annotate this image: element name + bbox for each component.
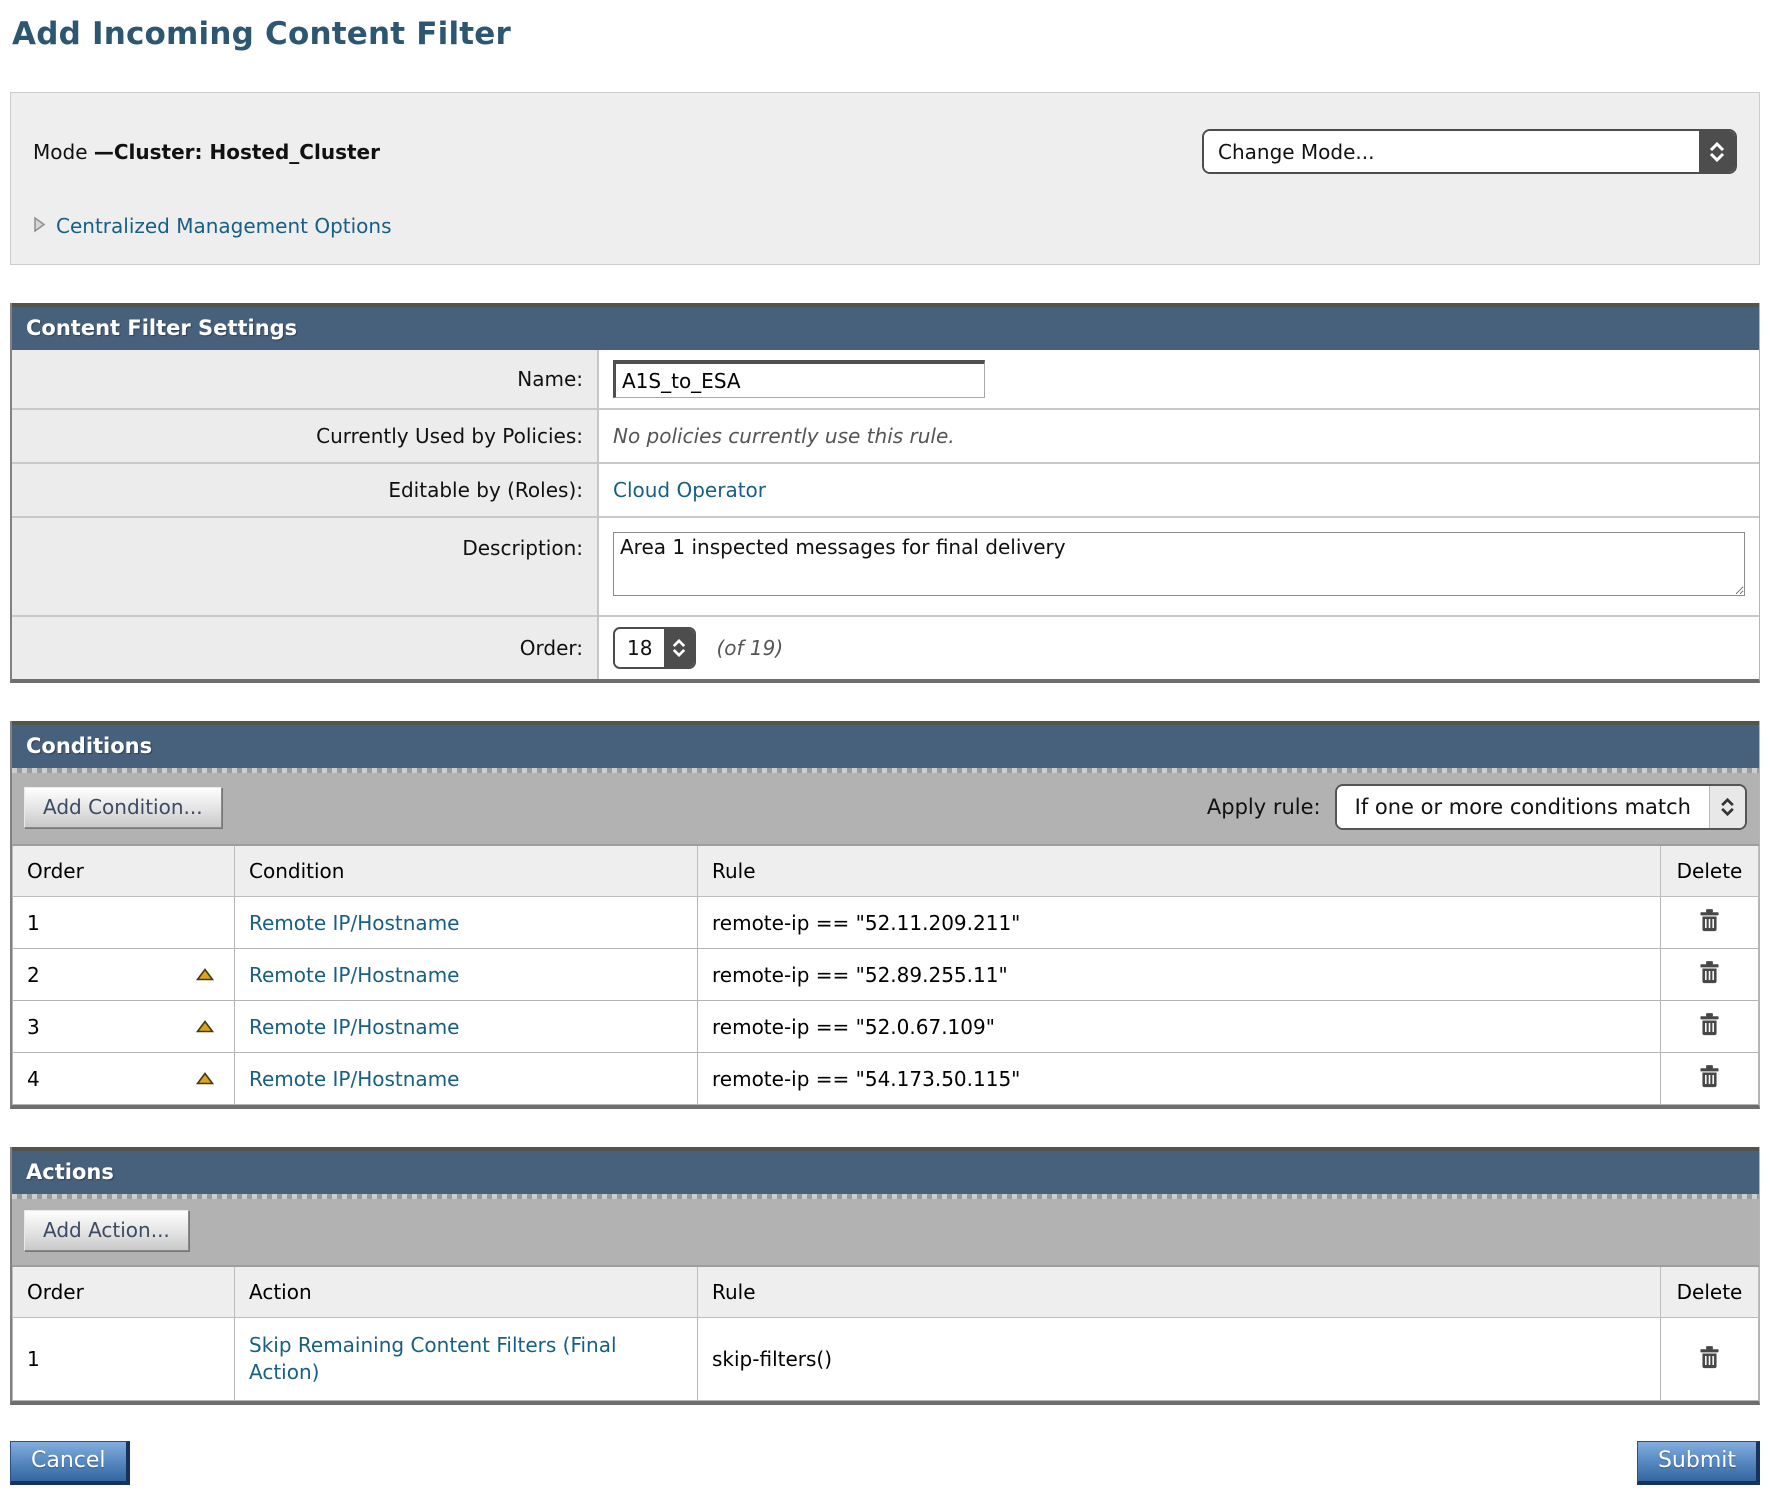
policies-value: No policies currently use this rule. — [613, 424, 955, 448]
condition-order: 4 — [27, 1067, 40, 1091]
submit-button[interactable]: Submit — [1637, 1441, 1760, 1485]
change-mode-select[interactable]: Change Mode... — [1202, 129, 1737, 174]
description-label: Description: — [12, 517, 598, 616]
action-link[interactable]: Skip Remaining Content Filters (Final Ac… — [249, 1333, 617, 1384]
actions-header: Actions — [12, 1147, 1759, 1194]
actions-toolbar: Add Action... — [12, 1194, 1759, 1265]
delete-trash-icon[interactable] — [1698, 1064, 1721, 1088]
select-stepper-icon — [1709, 786, 1745, 828]
page-title: Add Incoming Content Filter — [12, 16, 1760, 52]
condition-link[interactable]: Remote IP/Hostname — [249, 911, 459, 935]
actions-table: Order Action Rule Delete 1 Skip Remainin… — [12, 1265, 1759, 1401]
add-condition-button[interactable]: Add Condition... — [24, 787, 222, 828]
order-selected-value: 18 — [615, 629, 664, 667]
mode-text: Mode —Cluster: Hosted_Cluster — [33, 140, 380, 164]
name-row: Name: — [12, 350, 1759, 409]
condition-row: 1 Remote IP/Hostname remote-ip == "52.11… — [13, 897, 1759, 949]
name-input[interactable] — [613, 360, 985, 398]
policies-row: Currently Used by Policies: No policies … — [12, 409, 1759, 463]
action-order: 1 — [27, 1347, 40, 1371]
condition-order: 2 — [27, 963, 40, 987]
actions-col-action: Action — [235, 1266, 698, 1318]
conditions-col-rule: Rule — [698, 845, 1661, 897]
condition-rule: remote-ip == "52.89.255.11" — [698, 949, 1661, 1001]
condition-order: 1 — [27, 911, 40, 935]
apply-rule-label: Apply rule: — [1207, 795, 1321, 819]
actions-col-rule: Rule — [698, 1266, 1661, 1318]
centralized-management-options-link[interactable]: Centralized Management Options — [56, 214, 392, 238]
condition-row: 2 Remote IP/Hostname remote-ip == "52.89… — [13, 949, 1759, 1001]
cancel-button[interactable]: Cancel — [10, 1441, 130, 1485]
actions-section: Actions Add Action... Order Action Rule … — [10, 1147, 1760, 1405]
delete-trash-icon[interactable] — [1698, 908, 1721, 932]
conditions-col-condition: Condition — [235, 845, 698, 897]
mode-label: Mode — [33, 140, 94, 164]
mode-value: —Cluster: Hosted_Cluster — [94, 140, 380, 164]
condition-rule: remote-ip == "52.11.209.211" — [698, 897, 1661, 949]
conditions-toolbar: Add Condition... Apply rule: If one or m… — [12, 768, 1759, 844]
policies-label: Currently Used by Policies: — [12, 409, 598, 463]
move-up-icon[interactable] — [196, 968, 214, 981]
actions-col-order: Order — [13, 1266, 235, 1318]
delete-trash-icon[interactable] — [1698, 1012, 1721, 1036]
cloud-operator-link[interactable]: Cloud Operator — [613, 478, 766, 502]
order-select[interactable]: 18 — [613, 627, 696, 669]
description-textarea[interactable] — [613, 532, 1745, 596]
action-row: 1 Skip Remaining Content Filters (Final … — [13, 1318, 1759, 1401]
condition-order: 3 — [27, 1015, 40, 1039]
order-label: Order: — [12, 616, 598, 679]
disclosure-triangle-icon[interactable] — [33, 216, 46, 237]
move-up-icon[interactable] — [196, 1020, 214, 1033]
delete-trash-icon[interactable] — [1698, 1345, 1721, 1369]
apply-rule-selected-value: If one or more conditions match — [1337, 786, 1709, 828]
conditions-col-order: Order — [13, 845, 235, 897]
select-stepper-icon — [1699, 131, 1735, 172]
add-incoming-content-filter-page: Add Incoming Content Filter Mode —Cluste… — [0, 0, 1770, 1495]
conditions-col-delete: Delete — [1661, 845, 1759, 897]
settings-table: Name: Currently Used by Policies: No pol… — [12, 350, 1759, 679]
condition-link[interactable]: Remote IP/Hostname — [249, 963, 459, 987]
action-rule: skip-filters() — [698, 1318, 1661, 1401]
condition-rule: remote-ip == "54.173.50.115" — [698, 1053, 1661, 1105]
footer-bar: Cancel Submit — [10, 1441, 1760, 1495]
condition-rule: remote-ip == "52.0.67.109" — [698, 1001, 1661, 1053]
delete-trash-icon[interactable] — [1698, 960, 1721, 984]
condition-link[interactable]: Remote IP/Hostname — [249, 1015, 459, 1039]
content-filter-settings-section: Content Filter Settings Name: Currently … — [10, 303, 1760, 683]
add-action-button[interactable]: Add Action... — [24, 1210, 189, 1251]
apply-rule-select[interactable]: If one or more conditions match — [1335, 784, 1747, 830]
description-row: Description: — [12, 517, 1759, 616]
order-row: Order: 18 (of 19) — [12, 616, 1759, 679]
name-label: Name: — [12, 350, 598, 409]
condition-row: 4 Remote IP/Hostname remote-ip == "54.17… — [13, 1053, 1759, 1105]
conditions-header: Conditions — [12, 721, 1759, 768]
conditions-table: Order Condition Rule Delete 1 Remote IP/… — [12, 844, 1759, 1105]
actions-col-delete: Delete — [1661, 1266, 1759, 1318]
condition-link[interactable]: Remote IP/Hostname — [249, 1067, 459, 1091]
conditions-section: Conditions Add Condition... Apply rule: … — [10, 721, 1760, 1109]
change-mode-selected-value: Change Mode... — [1204, 131, 1699, 172]
mode-box: Mode —Cluster: Hosted_Cluster Change Mod… — [10, 92, 1760, 265]
roles-label: Editable by (Roles): — [12, 463, 598, 517]
order-of-total: (of 19) — [716, 636, 783, 660]
roles-row: Editable by (Roles): Cloud Operator — [12, 463, 1759, 517]
move-up-icon[interactable] — [196, 1072, 214, 1085]
select-stepper-icon — [664, 629, 694, 667]
condition-row: 3 Remote IP/Hostname remote-ip == "52.0.… — [13, 1001, 1759, 1053]
content-filter-settings-header: Content Filter Settings — [12, 303, 1759, 350]
